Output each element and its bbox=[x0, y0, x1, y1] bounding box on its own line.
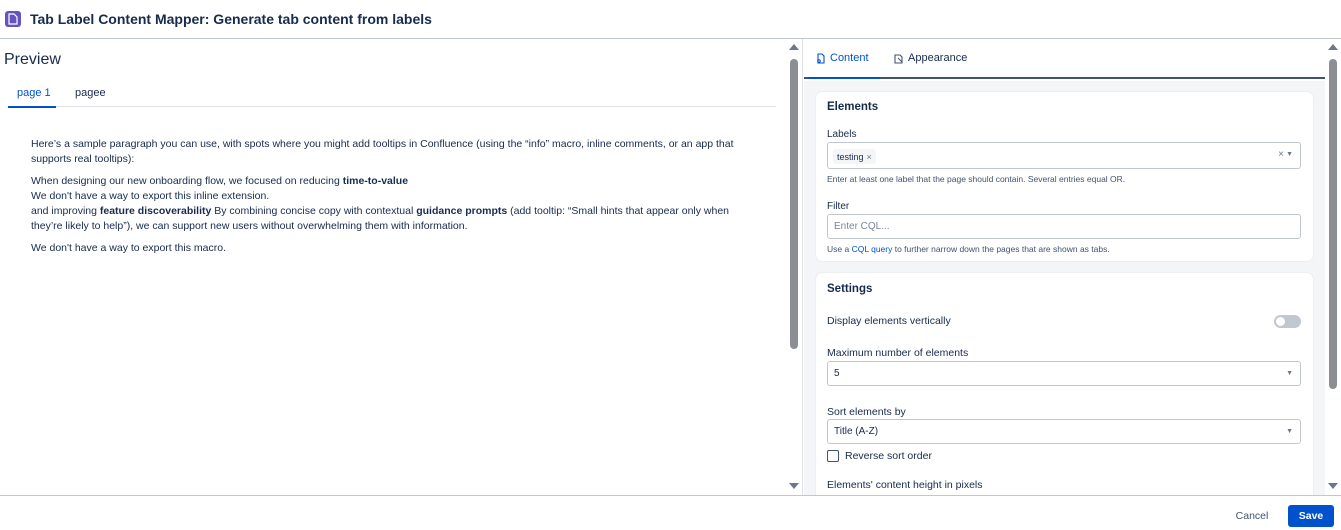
scroll-down-icon[interactable] bbox=[1328, 483, 1338, 489]
reverse-sort-checkbox[interactable] bbox=[827, 450, 839, 462]
filter-label: Filter bbox=[827, 201, 850, 212]
tab-pagee[interactable]: pagee bbox=[75, 85, 106, 101]
config-pane: Content Appearance Elements Labels testi… bbox=[804, 39, 1341, 495]
max-elements-value: 5 bbox=[834, 368, 840, 379]
max-elements-label: Maximum number of elements bbox=[827, 347, 969, 359]
chevron-down-icon[interactable]: ▼ bbox=[1286, 428, 1293, 435]
text-run: By combining concise copy with contextua… bbox=[211, 205, 417, 217]
active-tab-indicator bbox=[8, 106, 56, 108]
elements-card: Elements Labels testing × × ▼ Enter at l… bbox=[816, 92, 1313, 261]
macro-note: We don't have a way to export this macro… bbox=[31, 242, 226, 254]
settings-title: Settings bbox=[827, 283, 873, 295]
cancel-button[interactable]: Cancel bbox=[1228, 505, 1276, 527]
dialog-header: Tab Label Content Mapper: Generate tab c… bbox=[0, 0, 1341, 39]
tab-appearance-label: Appearance bbox=[908, 52, 968, 64]
text-run: When designing our new onboarding flow, … bbox=[31, 175, 343, 187]
vertical-toggle[interactable] bbox=[1274, 315, 1301, 328]
preview-pane: Preview page 1 pagee Here’s a sample par… bbox=[0, 39, 803, 495]
sort-select[interactable]: Title (A-Z) ▼ bbox=[827, 419, 1301, 444]
scroll-down-icon[interactable] bbox=[789, 483, 799, 489]
max-elements-select[interactable]: 5 ▼ bbox=[827, 361, 1301, 386]
sort-value: Title (A-Z) bbox=[834, 426, 879, 437]
tab-appearance[interactable]: Appearance bbox=[893, 52, 967, 64]
app-icon bbox=[5, 11, 21, 27]
config-scrollbar[interactable] bbox=[1325, 39, 1341, 495]
tab-content[interactable]: Content bbox=[816, 52, 869, 64]
tab-content-label: Content bbox=[830, 52, 869, 64]
filter-input[interactable]: Enter CQL... bbox=[827, 214, 1301, 239]
appearance-icon bbox=[894, 53, 903, 64]
label-chip-text: testing bbox=[837, 151, 864, 162]
content-icon bbox=[817, 52, 825, 64]
reverse-sort-label: Reverse sort order bbox=[845, 450, 932, 462]
scroll-thumb[interactable] bbox=[1329, 59, 1337, 389]
bold-text: feature discoverability bbox=[99, 205, 212, 217]
intro-paragraph: Here’s a sample paragraph you can use, w… bbox=[31, 138, 734, 165]
body-paragraph: When designing our new onboarding flow, … bbox=[31, 174, 751, 234]
clear-icon[interactable]: × bbox=[1278, 149, 1284, 160]
vertical-label: Display elements vertically bbox=[827, 315, 951, 327]
help-text: to further narrow down the pages that ar… bbox=[892, 244, 1110, 254]
filter-help: Use a CQL query to further narrow down t… bbox=[827, 244, 1110, 254]
bold-text: guidance prompts bbox=[416, 205, 508, 217]
filter-placeholder: Enter CQL... bbox=[834, 221, 890, 232]
labels-label: Labels bbox=[827, 129, 857, 140]
labels-help: Enter at least one label that the page s… bbox=[827, 174, 1126, 184]
settings-card: Settings Display elements vertically Max… bbox=[816, 273, 1313, 495]
dialog-footer: Cancel Save bbox=[0, 495, 1341, 530]
chevron-down-icon[interactable]: ▼ bbox=[1286, 370, 1293, 377]
height-label: Elements' content height in pixels bbox=[827, 479, 983, 491]
bold-text: time-to-value bbox=[342, 175, 409, 187]
labels-select[interactable]: testing × × ▼ bbox=[827, 142, 1301, 169]
preview-tabs: page 1 pagee bbox=[8, 85, 776, 108]
preview-content: Here’s a sample paragraph you can use, w… bbox=[31, 137, 751, 263]
save-button[interactable]: Save bbox=[1288, 505, 1334, 527]
preview-scrollbar[interactable] bbox=[786, 39, 802, 495]
sort-label: Sort elements by bbox=[827, 406, 906, 418]
elements-title: Elements bbox=[827, 101, 879, 113]
config-tabs: Content Appearance bbox=[804, 39, 1325, 79]
active-tab-indicator bbox=[808, 77, 880, 79]
scroll-thumb[interactable] bbox=[790, 59, 798, 349]
dialog-title: Tab Label Content Mapper: Generate tab c… bbox=[30, 11, 432, 27]
help-text: Use a bbox=[827, 244, 852, 254]
inline-extension-note: We don't have a way to export this inlin… bbox=[31, 190, 270, 202]
tab-page-1[interactable]: page 1 bbox=[17, 85, 51, 101]
chevron-down-icon[interactable]: ▼ bbox=[1286, 151, 1293, 158]
preview-title: Preview bbox=[4, 51, 61, 68]
remove-chip-icon[interactable]: × bbox=[867, 152, 872, 162]
label-chip: testing × bbox=[833, 149, 876, 164]
cql-query-link[interactable]: CQL query bbox=[852, 244, 893, 254]
scroll-up-icon[interactable] bbox=[1328, 44, 1338, 50]
text-run: and improving bbox=[31, 205, 100, 217]
config-body: Elements Labels testing × × ▼ Enter at l… bbox=[804, 81, 1325, 495]
scroll-up-icon[interactable] bbox=[789, 44, 799, 50]
